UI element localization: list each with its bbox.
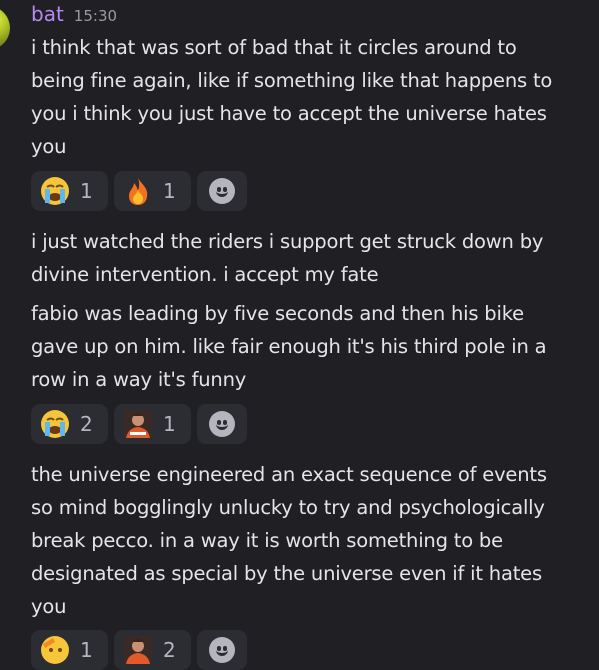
reaction-count: 1 [80, 638, 93, 662]
reaction-bar: 1 1 [31, 171, 247, 211]
message-line: break pecco. in a way it is worth someth… [31, 529, 503, 552]
saluting-face-icon [41, 636, 69, 664]
message-text: the universe engineered an exact sequenc… [31, 458, 591, 623]
message-line: the universe engineered an exact sequenc… [31, 463, 547, 486]
message-line: divine intervention. i accept my fate [31, 263, 379, 286]
reaction-bar: 2 1 [31, 404, 247, 444]
reaction-count: 2 [80, 412, 93, 436]
message-text: i just watched the riders i support get … [31, 225, 591, 291]
username[interactable]: bat [31, 2, 64, 26]
message-line: fabio was leading by five seconds and th… [31, 302, 524, 325]
add-reaction-button[interactable] [197, 404, 247, 444]
add-reaction-button[interactable] [197, 630, 247, 670]
reaction-count: 2 [163, 638, 176, 662]
reaction-crying[interactable]: 2 [31, 404, 108, 444]
rider-custom-emoji-icon [124, 636, 152, 664]
add-reaction-button[interactable] [197, 171, 247, 211]
reaction-count: 1 [163, 179, 176, 203]
message-line: gave up on him. like fair enough it's hi… [31, 335, 547, 358]
timestamp: 15:30 [73, 7, 118, 25]
loudly-crying-face-icon [41, 410, 69, 438]
message-header: bat 15:30 [31, 2, 117, 28]
message-line: designated as special by the universe ev… [31, 562, 542, 585]
loudly-crying-face-icon [41, 177, 69, 205]
avatar[interactable] [0, 6, 10, 50]
message-line: you [31, 595, 67, 618]
reaction-salute[interactable]: 1 [31, 630, 108, 670]
message-line: you [31, 135, 67, 158]
reaction-count: 1 [80, 179, 93, 203]
reaction-crying[interactable]: 1 [31, 171, 108, 211]
reaction-rider[interactable]: 2 [114, 630, 191, 670]
message-text: i think that was sort of bad that it cir… [31, 31, 591, 163]
fire-icon [129, 177, 148, 205]
add-reaction-icon [209, 637, 235, 663]
reaction-count: 1 [163, 412, 176, 436]
message-line: i think that was sort of bad that it cir… [31, 36, 517, 59]
add-reaction-icon [209, 411, 235, 437]
message-line: being fine again, like if something like… [31, 69, 553, 92]
rider-custom-emoji-icon [124, 410, 152, 438]
message-text: fabio was leading by five seconds and th… [31, 297, 591, 396]
message-line: so mind bogglingly unlucky to try and ps… [31, 496, 545, 519]
message-line: i just watched the riders i support get … [31, 230, 544, 253]
reaction-fire[interactable]: 1 [114, 171, 191, 211]
message-line: row in a way it's funny [31, 368, 247, 391]
reaction-bar: 1 2 [31, 630, 247, 670]
add-reaction-icon [209, 178, 235, 204]
message-line: you i think you just have to accept the … [31, 102, 547, 125]
reaction-rider[interactable]: 1 [114, 404, 191, 444]
